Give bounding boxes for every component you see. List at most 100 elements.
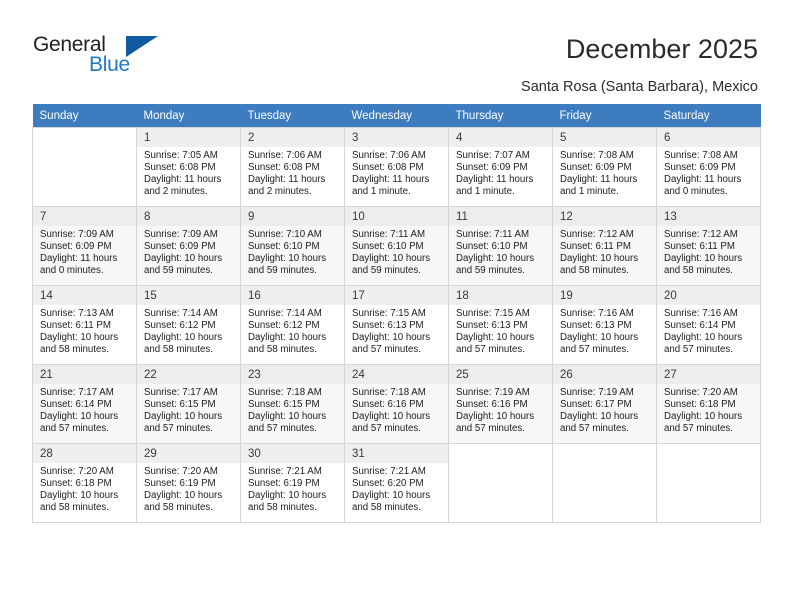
day-number: 27 xyxy=(657,365,760,384)
daylight-text-line2: and 58 minutes. xyxy=(560,265,629,277)
calendar-day-cell[interactable]: 12 Sunrise: 7:12 AM Sunset: 6:11 PM Dayligh… xyxy=(552,206,657,286)
day-number: 19 xyxy=(553,286,656,305)
calendar-day-cell[interactable]: 20 Sunrise: 7:16 AM Sunset: 6:14 PM Dayligh… xyxy=(656,285,761,365)
day-number: 10 xyxy=(345,207,448,226)
daylight-text-line2: and 58 minutes. xyxy=(144,502,213,514)
weekday-header-tuesday: Tuesday xyxy=(240,104,345,128)
daylight-text-line1: Daylight: 10 hours xyxy=(144,253,223,265)
sunrise-text: Sunrise: 7:21 AM xyxy=(352,466,426,477)
calendar-day-cell[interactable]: 14 Sunrise: 7:13 AM Sunset: 6:11 PM Dayligh… xyxy=(32,285,137,365)
day-number: 25 xyxy=(449,365,552,384)
calendar-day-cell[interactable]: 16 Sunrise: 7:14 AM Sunset: 6:12 PM Dayligh… xyxy=(240,285,345,365)
daylight-text-line1: Daylight: 11 hours xyxy=(40,253,118,265)
daylight-text-line2: and 58 minutes. xyxy=(40,344,109,356)
daylight-text-line2: and 2 minutes. xyxy=(144,186,208,198)
day-details: Sunrise: 7:11 AM Sunset: 6:10 PM Daylight:… xyxy=(449,226,552,277)
calendar-day-cell[interactable]: 30 Sunrise: 7:21 AM Sunset: 6:19 PM Dayligh… xyxy=(240,443,345,523)
day-details: Sunrise: 7:10 AM Sunset: 6:10 PM Daylight:… xyxy=(241,226,344,277)
daylight-text-line1: Daylight: 10 hours xyxy=(248,490,327,502)
day-number: 28 xyxy=(33,444,136,463)
day-details: Sunrise: 7:12 AM Sunset: 6:11 PM Daylight:… xyxy=(553,226,656,277)
calendar-day-cell[interactable]: 10 Sunrise: 7:11 AM Sunset: 6:10 PM Dayligh… xyxy=(344,206,449,286)
sunset-text: Sunset: 6:13 PM xyxy=(560,320,632,332)
daylight-text-line2: and 0 minutes. xyxy=(40,265,104,277)
calendar-day-cell[interactable]: 31 Sunrise: 7:21 AM Sunset: 6:20 PM Dayligh… xyxy=(344,443,449,523)
calendar-day-cell[interactable]: 7 Sunrise: 7:09 AM Sunset: 6:09 PM Daylight… xyxy=(32,206,137,286)
sunrise-text: Sunrise: 7:20 AM xyxy=(664,387,738,398)
triangle-icon xyxy=(126,36,158,57)
weekday-header-friday: Friday xyxy=(552,104,657,128)
day-number: 22 xyxy=(137,365,240,384)
sunset-text: Sunset: 6:14 PM xyxy=(664,320,736,332)
daylight-text-line2: and 57 minutes. xyxy=(560,344,629,356)
sunrise-text: Sunrise: 7:16 AM xyxy=(664,308,738,319)
calendar-day-cell[interactable]: 9 Sunrise: 7:10 AM Sunset: 6:10 PM Daylight… xyxy=(240,206,345,286)
calendar-day-cell[interactable]: 19 Sunrise: 7:16 AM Sunset: 6:13 PM Dayligh… xyxy=(552,285,657,365)
calendar-week-row: 14 Sunrise: 7:13 AM Sunset: 6:11 PM Dayligh… xyxy=(32,285,761,365)
sunrise-text: Sunrise: 7:13 AM xyxy=(40,308,114,319)
daylight-text-line2: and 1 minute. xyxy=(456,186,515,198)
sunrise-text: Sunrise: 7:12 AM xyxy=(560,229,634,240)
calendar-day-cell[interactable]: 1 Sunrise: 7:05 AM Sunset: 6:08 PM Daylight… xyxy=(136,127,241,207)
calendar-day-cell[interactable]: 18 Sunrise: 7:15 AM Sunset: 6:13 PM Dayligh… xyxy=(448,285,553,365)
daylight-text-line1: Daylight: 11 hours xyxy=(664,174,742,186)
daylight-text-line2: and 57 minutes. xyxy=(352,423,421,435)
daylight-text-line2: and 0 minutes. xyxy=(664,186,728,198)
calendar-day-cell[interactable]: 23 Sunrise: 7:18 AM Sunset: 6:15 PM Dayligh… xyxy=(240,364,345,444)
calendar-cell-empty xyxy=(448,443,553,523)
sunrise-text: Sunrise: 7:09 AM xyxy=(40,229,114,240)
page-subtitle: Santa Rosa (Santa Barbara), Mexico xyxy=(521,79,758,95)
calendar-day-cell[interactable]: 13 Sunrise: 7:12 AM Sunset: 6:11 PM Dayligh… xyxy=(656,206,761,286)
calendar-day-cell[interactable]: 28 Sunrise: 7:20 AM Sunset: 6:18 PM Dayligh… xyxy=(32,443,137,523)
daylight-text-line1: Daylight: 10 hours xyxy=(40,411,119,423)
calendar-day-cell[interactable]: 21 Sunrise: 7:17 AM Sunset: 6:14 PM Dayligh… xyxy=(32,364,137,444)
calendar-cell-empty xyxy=(32,127,137,207)
daylight-text-line1: Daylight: 10 hours xyxy=(560,253,639,265)
daylight-text-line1: Daylight: 10 hours xyxy=(560,411,639,423)
calendar-day-cell[interactable]: 26 Sunrise: 7:19 AM Sunset: 6:17 PM Dayligh… xyxy=(552,364,657,444)
calendar-day-cell[interactable]: 29 Sunrise: 7:20 AM Sunset: 6:19 PM Dayligh… xyxy=(136,443,241,523)
calendar-day-cell[interactable]: 11 Sunrise: 7:11 AM Sunset: 6:10 PM Dayligh… xyxy=(448,206,553,286)
calendar-day-cell[interactable]: 15 Sunrise: 7:14 AM Sunset: 6:12 PM Dayligh… xyxy=(136,285,241,365)
day-number: 31 xyxy=(345,444,448,463)
brand-logo[interactable]: General Blue xyxy=(33,33,173,81)
sunset-text: Sunset: 6:14 PM xyxy=(40,399,112,411)
calendar-day-cell[interactable]: 8 Sunrise: 7:09 AM Sunset: 6:09 PM Daylight… xyxy=(136,206,241,286)
calendar-day-cell[interactable]: 2 Sunrise: 7:06 AM Sunset: 6:08 PM Daylight… xyxy=(240,127,345,207)
day-details: Sunrise: 7:15 AM Sunset: 6:13 PM Daylight:… xyxy=(449,305,552,356)
daylight-text-line2: and 57 minutes. xyxy=(560,423,629,435)
daylight-text-line1: Daylight: 10 hours xyxy=(352,332,431,344)
sunrise-text: Sunrise: 7:08 AM xyxy=(664,150,738,161)
day-details: Sunrise: 7:20 AM Sunset: 6:18 PM Daylight:… xyxy=(33,463,136,514)
calendar-page: General Blue December 2025 Santa Rosa (S… xyxy=(0,0,792,612)
daylight-text-line2: and 57 minutes. xyxy=(664,423,733,435)
calendar-day-cell[interactable]: 17 Sunrise: 7:15 AM Sunset: 6:13 PM Dayligh… xyxy=(344,285,449,365)
calendar-day-cell[interactable]: 27 Sunrise: 7:20 AM Sunset: 6:18 PM Dayligh… xyxy=(656,364,761,444)
calendar-day-cell[interactable]: 5 Sunrise: 7:08 AM Sunset: 6:09 PM Daylight… xyxy=(552,127,657,207)
day-details: Sunrise: 7:17 AM Sunset: 6:15 PM Daylight:… xyxy=(137,384,240,435)
sunset-text: Sunset: 6:10 PM xyxy=(456,241,528,253)
sunset-text: Sunset: 6:18 PM xyxy=(664,399,736,411)
sunset-text: Sunset: 6:08 PM xyxy=(144,162,216,174)
sunset-text: Sunset: 6:18 PM xyxy=(40,478,112,490)
calendar-day-cell[interactable]: 22 Sunrise: 7:17 AM Sunset: 6:15 PM Dayligh… xyxy=(136,364,241,444)
sunset-text: Sunset: 6:15 PM xyxy=(144,399,216,411)
sunrise-text: Sunrise: 7:15 AM xyxy=(352,308,426,319)
day-number: 24 xyxy=(345,365,448,384)
day-number: 26 xyxy=(553,365,656,384)
sunrise-text: Sunrise: 7:12 AM xyxy=(664,229,738,240)
calendar-day-cell[interactable]: 3 Sunrise: 7:06 AM Sunset: 6:08 PM Daylight… xyxy=(344,127,449,207)
calendar-day-cell[interactable]: 25 Sunrise: 7:19 AM Sunset: 6:16 PM Dayligh… xyxy=(448,364,553,444)
calendar-day-cell[interactable]: 24 Sunrise: 7:18 AM Sunset: 6:16 PM Dayligh… xyxy=(344,364,449,444)
sunset-text: Sunset: 6:11 PM xyxy=(664,241,735,253)
day-details: Sunrise: 7:07 AM Sunset: 6:09 PM Daylight:… xyxy=(449,147,552,198)
day-details: Sunrise: 7:12 AM Sunset: 6:11 PM Daylight:… xyxy=(657,226,760,277)
calendar-day-cell[interactable]: 6 Sunrise: 7:08 AM Sunset: 6:09 PM Daylight… xyxy=(656,127,761,207)
day-details: Sunrise: 7:09 AM Sunset: 6:09 PM Daylight:… xyxy=(33,226,136,277)
calendar-day-cell[interactable]: 4 Sunrise: 7:07 AM Sunset: 6:09 PM Daylight… xyxy=(448,127,553,207)
daylight-text-line1: Daylight: 10 hours xyxy=(456,332,535,344)
sunset-text: Sunset: 6:08 PM xyxy=(248,162,320,174)
day-details: Sunrise: 7:05 AM Sunset: 6:08 PM Daylight:… xyxy=(137,147,240,198)
sunset-text: Sunset: 6:10 PM xyxy=(352,241,424,253)
sunset-text: Sunset: 6:09 PM xyxy=(664,162,736,174)
